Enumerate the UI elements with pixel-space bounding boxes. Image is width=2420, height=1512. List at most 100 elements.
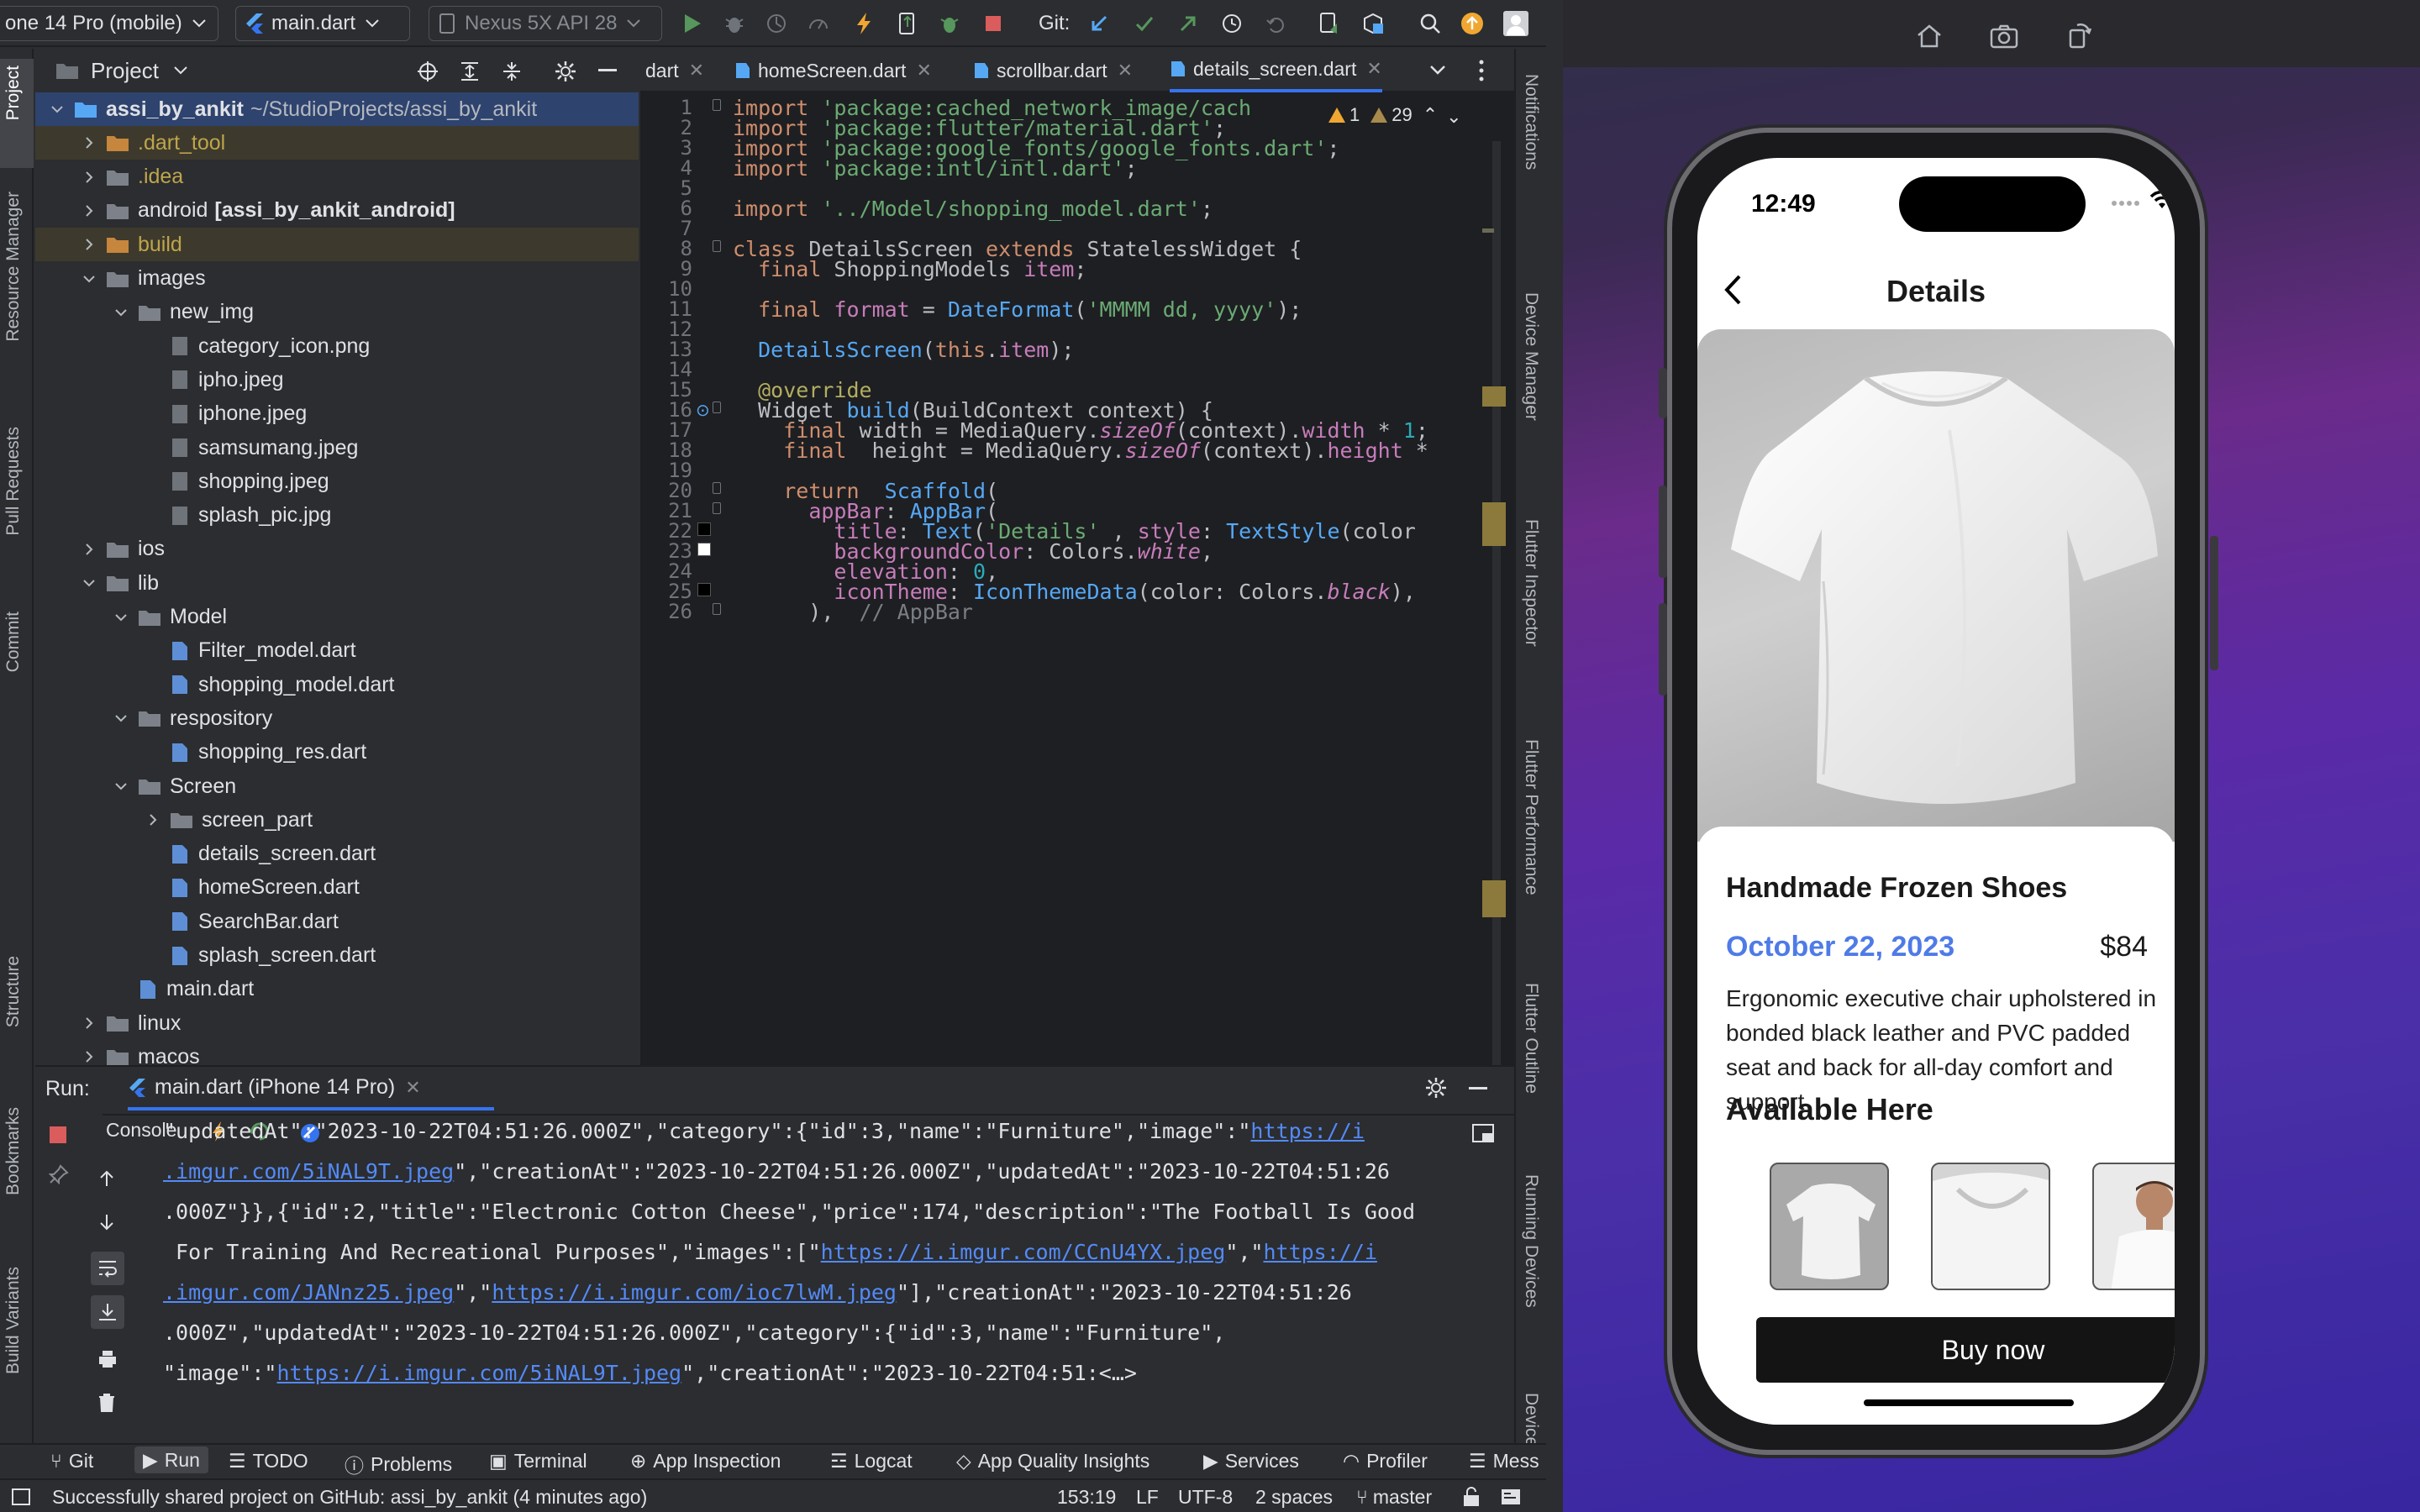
chevron-right-icon[interactable]: [81, 1048, 97, 1065]
emulator-selector[interactable]: Nexus 5X API 28: [429, 6, 662, 41]
run-tool[interactable]: ▶ Run: [134, 1446, 208, 1473]
tree-item[interactable]: android [assi_by_ankit_android]: [35, 194, 639, 228]
tree-item[interactable]: lib: [35, 566, 639, 600]
close-icon[interactable]: ✕: [1366, 58, 1381, 80]
resource-manager-tool[interactable]: Resource Manager: [3, 192, 24, 342]
profiler-tool[interactable]: ◠ Profiler: [1343, 1450, 1428, 1473]
locate-file-icon[interactable]: [417, 60, 439, 82]
app-quality-insights-tool[interactable]: ◇ App Quality Insights: [956, 1450, 1150, 1473]
git-commit-icon[interactable]: [1131, 10, 1158, 37]
hot-reload-icon[interactable]: [850, 10, 877, 37]
code-area[interactable]: import 'package:cached_network_image/cac…: [733, 92, 1472, 1065]
apply-code-changes-icon[interactable]: [894, 10, 921, 37]
app-inspection-tool[interactable]: ⊕ App Inspection: [630, 1450, 781, 1473]
fold-marker[interactable]: [713, 502, 721, 514]
todo-tool[interactable]: ☰ TODO: [229, 1450, 308, 1473]
print-icon[interactable]: [97, 1349, 118, 1369]
project-panel-title[interactable]: Project: [91, 58, 159, 84]
rotate-icon[interactable]: [2067, 22, 2092, 49]
status-message[interactable]: Successfully shared project on GitHub: a…: [52, 1486, 647, 1509]
console-link[interactable]: https://i.imgur.com/5iNAL9T.jpeg: [276, 1361, 681, 1385]
tree-item[interactable]: Screen: [35, 769, 639, 803]
logcat-tool[interactable]: ☲ Logcat: [830, 1450, 913, 1473]
toggle-panels-icon[interactable]: [12, 1488, 30, 1505]
run-icon[interactable]: [679, 10, 706, 37]
close-icon[interactable]: ✕: [689, 60, 704, 81]
trash-icon[interactable]: [97, 1393, 116, 1413]
console-link[interactable]: .imgur.com/JANnz25.jpeg: [163, 1280, 454, 1305]
git-branch[interactable]: ⑂ master: [1356, 1486, 1432, 1509]
tree-item[interactable]: iphone.jpeg: [35, 397, 639, 431]
tab-details-screen[interactable]: details_screen.dart ✕: [1170, 49, 1382, 92]
screenshot-icon[interactable]: [1990, 24, 2018, 49]
console-link[interactable]: https://i: [1250, 1119, 1364, 1143]
flutter-outline-tool[interactable]: Flutter Outline: [1521, 983, 1541, 1094]
minimize-icon[interactable]: [1469, 1087, 1487, 1090]
tree-item[interactable]: shopping_res.dart: [35, 736, 639, 769]
chevron-down-icon[interactable]: [113, 778, 129, 795]
profile-icon[interactable]: [805, 10, 832, 37]
flutter-performance-tool[interactable]: Flutter Performance: [1521, 739, 1541, 895]
color-swatch[interactable]: [697, 583, 711, 596]
editor-scrollbar-track[interactable]: [1492, 141, 1501, 1065]
tree-item[interactable]: new_img: [35, 296, 639, 329]
tree-item[interactable]: splash_screen.dart: [35, 939, 639, 973]
minimize-icon[interactable]: [598, 69, 617, 72]
console-link[interactable]: https://i.imgur.com/CCnU4YX.jpeg: [821, 1240, 1226, 1264]
tree-item[interactable]: shopping_model.dart: [35, 668, 639, 701]
chevron-down-icon[interactable]: [81, 270, 97, 287]
problems-tool[interactable]: ⓘ Problems: [345, 1450, 452, 1478]
tree-item[interactable]: category_icon.png: [35, 329, 639, 363]
tree-item[interactable]: assi_by_ankit ~/StudioProjects/assi_by_a…: [35, 92, 639, 126]
tree-item[interactable]: macos: [35, 1040, 639, 1065]
close-icon[interactable]: ✕: [916, 60, 931, 81]
chevron-right-icon[interactable]: [81, 1015, 97, 1032]
lock-icon[interactable]: [1462, 1487, 1481, 1507]
stop-icon[interactable]: [980, 10, 1007, 37]
caret-position[interactable]: 153:19: [1057, 1486, 1116, 1509]
device-mirror-icon[interactable]: [1316, 10, 1343, 37]
fold-marker[interactable]: [713, 402, 721, 413]
git-push-icon[interactable]: [1175, 10, 1202, 37]
tree-item[interactable]: .dart_tool: [35, 126, 639, 160]
line-separator[interactable]: LF: [1136, 1486, 1159, 1509]
inspection-widget[interactable]: 1 29 ⌃ ⌃: [1328, 102, 1470, 128]
chevron-right-icon[interactable]: [81, 236, 97, 253]
sdk-manager-icon[interactable]: [1360, 10, 1386, 37]
chevron-right-icon[interactable]: [81, 169, 97, 186]
tree-item[interactable]: ipho.jpeg: [35, 363, 639, 396]
tab-homescreen[interactable]: homeScreen.dart ✕: [734, 49, 932, 92]
tree-item[interactable]: linux: [35, 1006, 639, 1040]
avatar[interactable]: [1502, 10, 1529, 37]
terminal-tool[interactable]: ▣ Terminal: [489, 1450, 587, 1473]
update-icon[interactable]: [1459, 10, 1486, 37]
device-selector[interactable]: one 14 Pro (mobile): [0, 6, 218, 41]
chevron-up-icon[interactable]: ⌃: [1423, 104, 1438, 126]
structure-tool[interactable]: Structure: [3, 956, 24, 1027]
sync-gradle-icon[interactable]: [936, 10, 963, 37]
chevron-right-icon[interactable]: [145, 811, 161, 828]
services-tool[interactable]: ▶ Services: [1203, 1450, 1299, 1473]
fold-marker[interactable]: [713, 99, 721, 111]
chevron-down-icon[interactable]: [1430, 66, 1445, 76]
indent-setting[interactable]: 2 spaces: [1255, 1486, 1333, 1509]
console-link[interactable]: .imgur.com/5iNAL9T.jpeg: [163, 1159, 454, 1184]
tree-item[interactable]: build: [35, 228, 639, 262]
console-link[interactable]: https://i.imgur.com/ioc7lwM.jpeg: [492, 1280, 897, 1305]
flutter-inspector-tool[interactable]: Flutter Inspector: [1521, 519, 1541, 647]
project-tool-label[interactable]: Project: [3, 66, 24, 120]
tree-item[interactable]: shopping.jpeg: [35, 465, 639, 498]
thumbnail-3[interactable]: [2092, 1163, 2175, 1290]
tab-dart[interactable]: dart ✕: [645, 49, 704, 92]
scroll-down-icon[interactable]: [97, 1213, 116, 1231]
collapse-all-icon[interactable]: [501, 60, 523, 82]
rollback-icon[interactable]: [1262, 10, 1289, 37]
attach-debugger-icon[interactable]: [763, 10, 790, 37]
tree-item[interactable]: Filter_model.dart: [35, 634, 639, 668]
tree-item[interactable]: images: [35, 262, 639, 296]
thumbnail-1[interactable]: [1770, 1163, 1889, 1290]
device-manager-tool[interactable]: Device Manager: [1521, 292, 1541, 421]
chevron-down-icon[interactable]: [113, 710, 129, 727]
fold-marker[interactable]: [713, 240, 721, 252]
gear-icon[interactable]: [1425, 1077, 1447, 1099]
